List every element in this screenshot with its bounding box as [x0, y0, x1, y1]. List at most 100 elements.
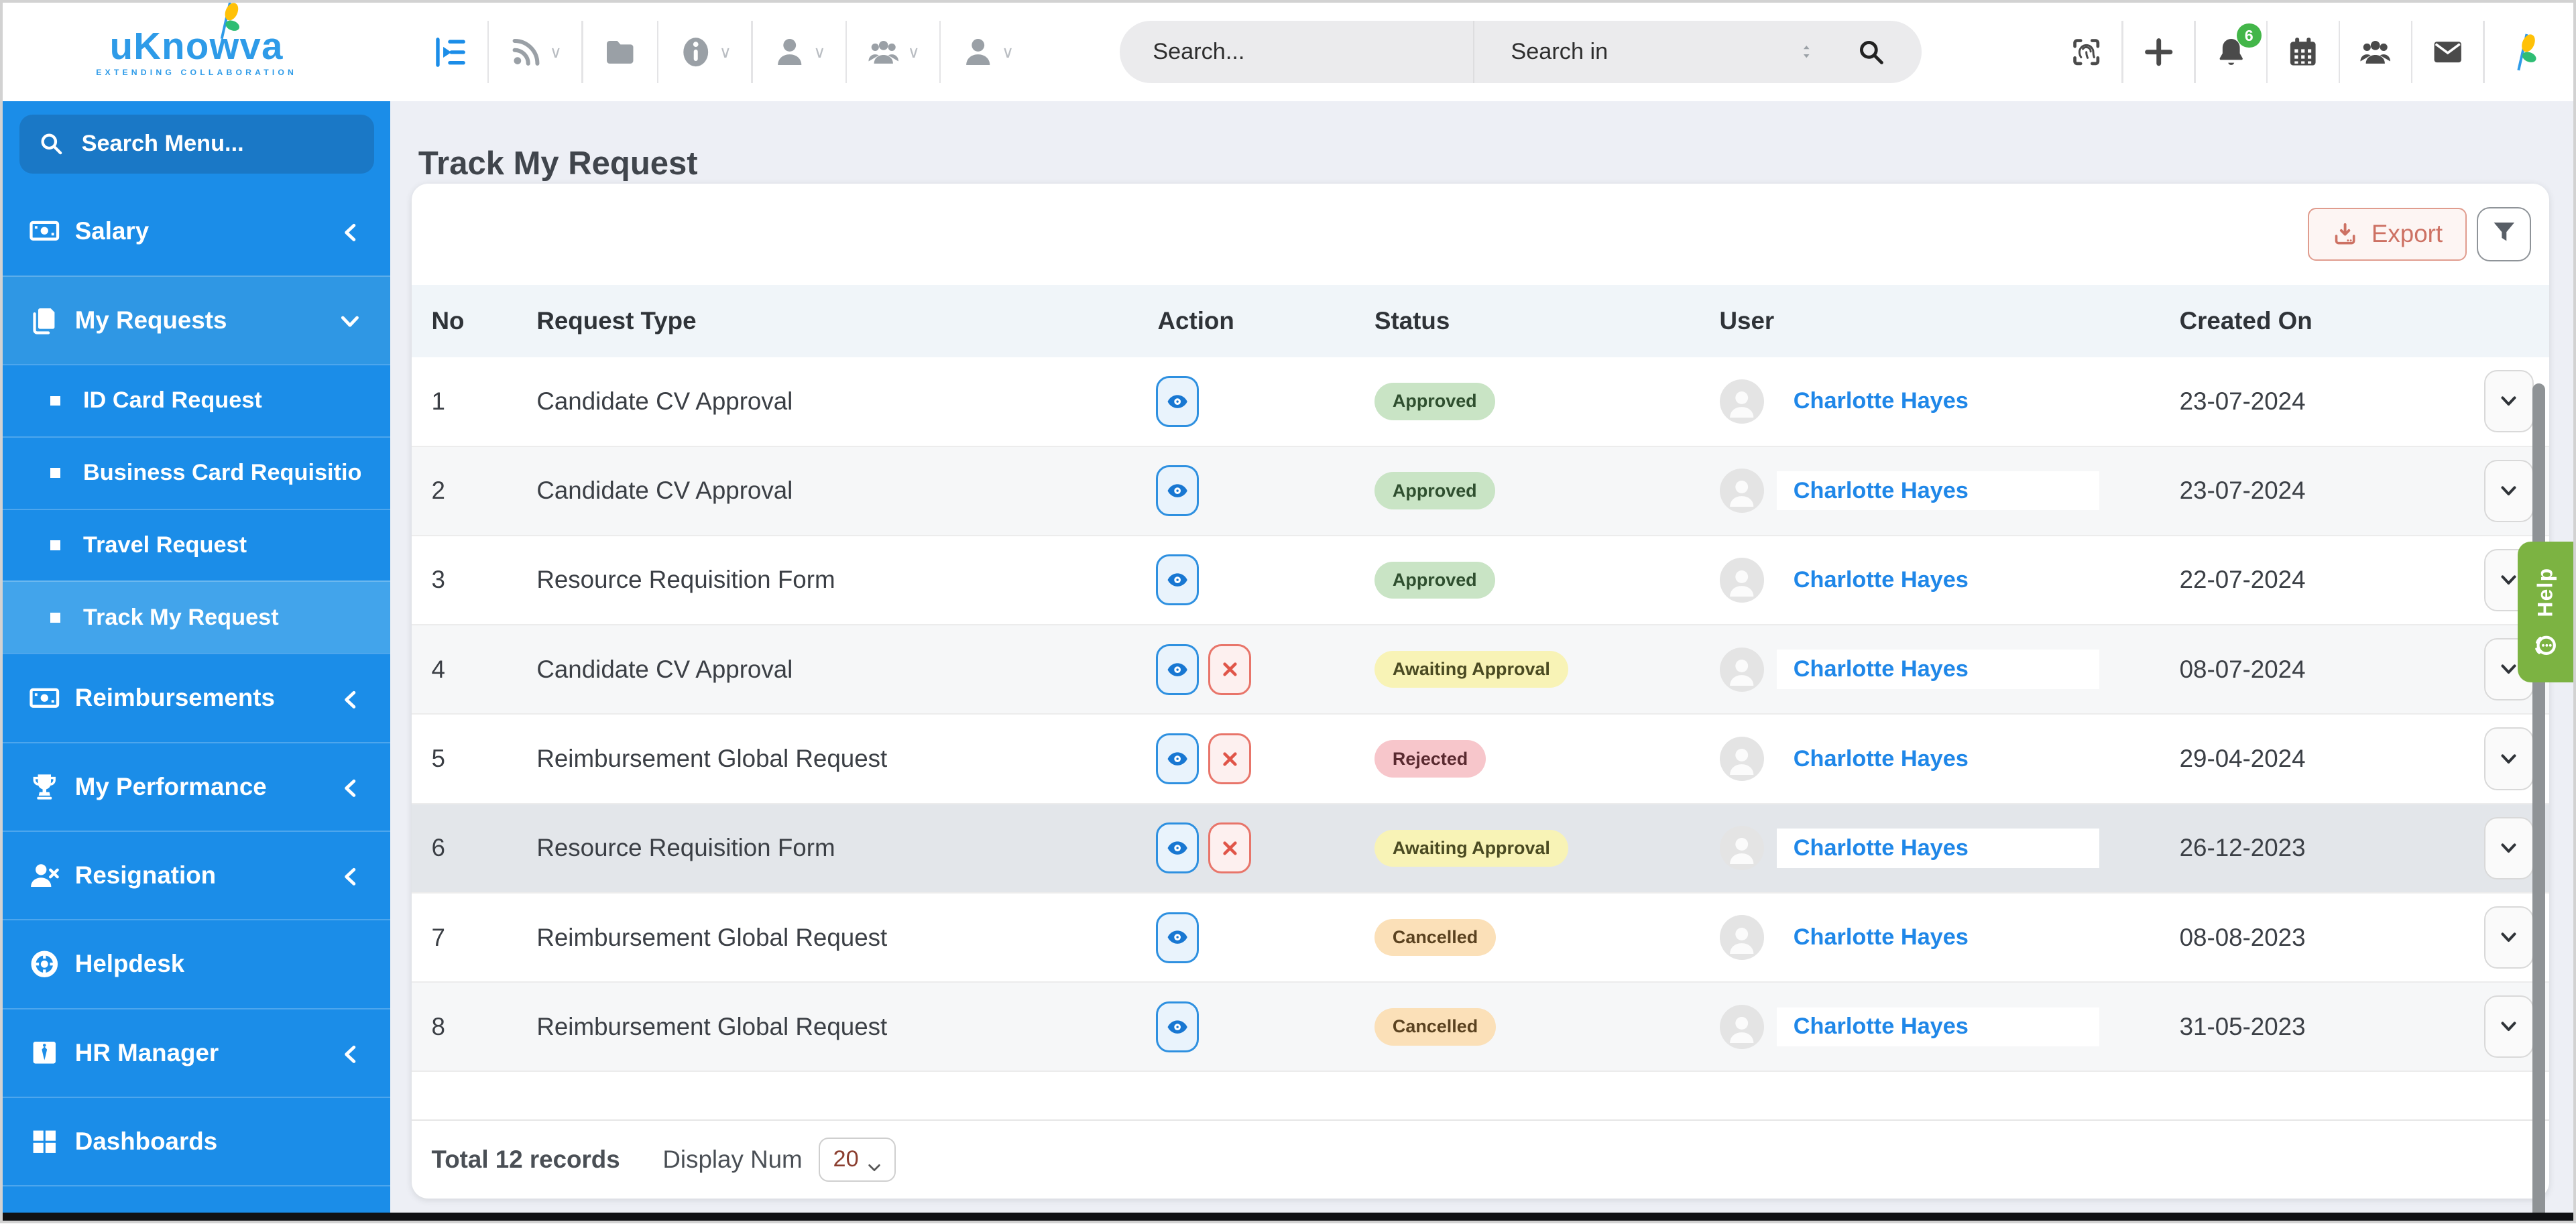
search-scope-select[interactable]: Search in: [1511, 39, 1798, 65]
status-badge: Awaiting Approval: [1374, 829, 1568, 867]
feeds-icon[interactable]: [509, 35, 543, 69]
sidebar-item-helpdesk[interactable]: Helpdesk: [3, 919, 391, 1007]
row-number: 3: [431, 566, 445, 594]
mail-icon[interactable]: [2431, 35, 2465, 69]
calendar-icon[interactable]: [2286, 35, 2320, 69]
row-expand-button[interactable]: [2484, 370, 2534, 433]
bullet-icon: [50, 468, 60, 479]
sidebar-item-my-performance[interactable]: My Performance: [3, 741, 391, 831]
row-expand-button[interactable]: [2484, 906, 2534, 969]
user-link[interactable]: Charlotte Hayes: [1777, 650, 2099, 690]
sidebar-item-track-my-request[interactable]: Track My Request: [3, 580, 391, 654]
briefcase-icon: [29, 1037, 60, 1068]
cancel-request-button[interactable]: [1208, 733, 1252, 784]
created-on-date: 22-07-2024: [2179, 566, 2306, 594]
column-header-no: No: [431, 307, 465, 335]
vertical-scrollbar[interactable]: [2532, 383, 2546, 1213]
action-cell: [1148, 822, 1374, 874]
column-header-user: User: [1719, 307, 1775, 335]
user-link[interactable]: Charlotte Hayes: [1777, 739, 2099, 779]
avatar[interactable]: [1719, 915, 1764, 960]
cancel-request-button[interactable]: [1208, 644, 1252, 695]
x-icon: [1221, 839, 1239, 857]
sidebar-item-my-requests[interactable]: My Requests: [3, 275, 391, 365]
brand-leaf-icon[interactable]: [2503, 31, 2542, 74]
avatar[interactable]: [1719, 1004, 1764, 1049]
view-request-button[interactable]: [1156, 375, 1199, 427]
sidebar-item-resignation[interactable]: Resignation: [3, 830, 391, 919]
brand-logo[interactable]: uKnowva EXTENDING COLLABORATION: [96, 2, 298, 77]
user-link[interactable]: Charlotte Hayes: [1777, 828, 2099, 868]
avatar[interactable]: [1719, 826, 1764, 871]
brand-tagline: EXTENDING COLLABORATION: [96, 68, 298, 77]
avatar[interactable]: [1719, 379, 1764, 424]
request-type: Resource Requisition Form: [536, 834, 835, 862]
view-request-button[interactable]: [1156, 822, 1199, 874]
profile-icon[interactable]: [961, 35, 995, 69]
request-type: Candidate CV Approval: [536, 477, 793, 505]
filter-button[interactable]: [2477, 207, 2531, 261]
avatar[interactable]: [1719, 736, 1764, 782]
user-link[interactable]: Charlotte Hayes: [1777, 560, 2099, 600]
view-request-button[interactable]: [1156, 912, 1199, 963]
user-link[interactable]: Charlotte Hayes: [1777, 382, 2099, 422]
view-request-button[interactable]: [1156, 1001, 1199, 1052]
display-num-select[interactable]: 20: [819, 1137, 896, 1182]
chevron-left-icon: [339, 688, 361, 709]
sidebar-item-business-card-requisition[interactable]: Business Card Requisition: [3, 436, 391, 509]
info-icon[interactable]: [679, 35, 713, 69]
user-cell: Charlotte Hayes: [1696, 647, 2163, 692]
user-link[interactable]: Charlotte Hayes: [1777, 1007, 2099, 1047]
row-expand-button[interactable]: [2484, 459, 2534, 522]
row-number: 2: [431, 477, 445, 505]
help-tab[interactable]: Help: [2517, 541, 2574, 683]
user-link[interactable]: Charlotte Hayes: [1777, 471, 2099, 511]
row-expand-button[interactable]: [2484, 816, 2534, 879]
avatar[interactable]: [1719, 558, 1764, 603]
table-row: 1 Candidate CV Approval Approved Charlotte …: [412, 357, 2549, 447]
sort-arrows-icon[interactable]: [1798, 40, 1815, 63]
avatar[interactable]: [1719, 469, 1764, 513]
sidebar-item-travel-request[interactable]: Travel Request: [3, 508, 391, 581]
cancel-request-button[interactable]: [1208, 822, 1252, 874]
sidebar-item-label: Travel Request: [83, 532, 247, 558]
user-cell: Charlotte Hayes: [1696, 379, 2163, 424]
created-on-date: 29-04-2024: [2179, 745, 2306, 772]
row-number: 1: [431, 387, 445, 415]
people-icon[interactable]: [2358, 35, 2392, 69]
export-button[interactable]: Export: [2307, 208, 2467, 261]
table-row: 8 Reimbursement Global Request Cancelled Ch…: [412, 983, 2549, 1073]
row-expand-button[interactable]: [2484, 995, 2534, 1058]
avatar[interactable]: [1719, 647, 1764, 692]
groups-icon[interactable]: [866, 35, 900, 69]
sidebar-item-dashboards[interactable]: Dashboards: [3, 1096, 391, 1185]
chevron-left-icon: [339, 1042, 361, 1064]
sidebar-item-investment-declarations[interactable]: Investment Declarations: [3, 1185, 391, 1213]
bullet-icon: [50, 613, 60, 623]
sidebar-item-label: Salary: [74, 217, 150, 245]
view-request-button[interactable]: [1156, 465, 1199, 517]
sidebar-search-input[interactable]: [78, 129, 355, 159]
status-cell: Cancelled: [1374, 918, 1696, 957]
sidebar-item-salary[interactable]: Salary: [3, 186, 390, 275]
created-on-date: 26-12-2023: [2179, 834, 2306, 862]
row-expand-button[interactable]: [2484, 727, 2534, 790]
biometric-scan-icon[interactable]: [2069, 35, 2103, 69]
request-type: Candidate CV Approval: [536, 655, 793, 683]
view-request-button[interactable]: [1156, 554, 1199, 606]
table-row: 2 Candidate CV Approval Approved Charlotte …: [412, 446, 2549, 536]
sidebar-item-hr-manager[interactable]: HR Manager: [3, 1007, 391, 1097]
view-request-button[interactable]: [1156, 644, 1199, 695]
status-badge: Approved: [1374, 383, 1495, 420]
view-request-button[interactable]: [1156, 733, 1199, 784]
user-link[interactable]: Charlotte Hayes: [1777, 918, 2099, 957]
sidebar-item-id-card-request[interactable]: ID Card Request: [3, 364, 391, 436]
search-input[interactable]: [1120, 37, 1474, 67]
collapse-menu-icon[interactable]: [432, 34, 468, 70]
add-icon[interactable]: [2142, 35, 2176, 69]
user-icon[interactable]: [772, 35, 807, 69]
folder-icon[interactable]: [603, 35, 637, 69]
sidebar-item-reimbursements[interactable]: Reimbursements: [3, 653, 391, 741]
search-submit-icon[interactable]: [1857, 38, 1885, 66]
toolbar-divider: [845, 20, 847, 84]
